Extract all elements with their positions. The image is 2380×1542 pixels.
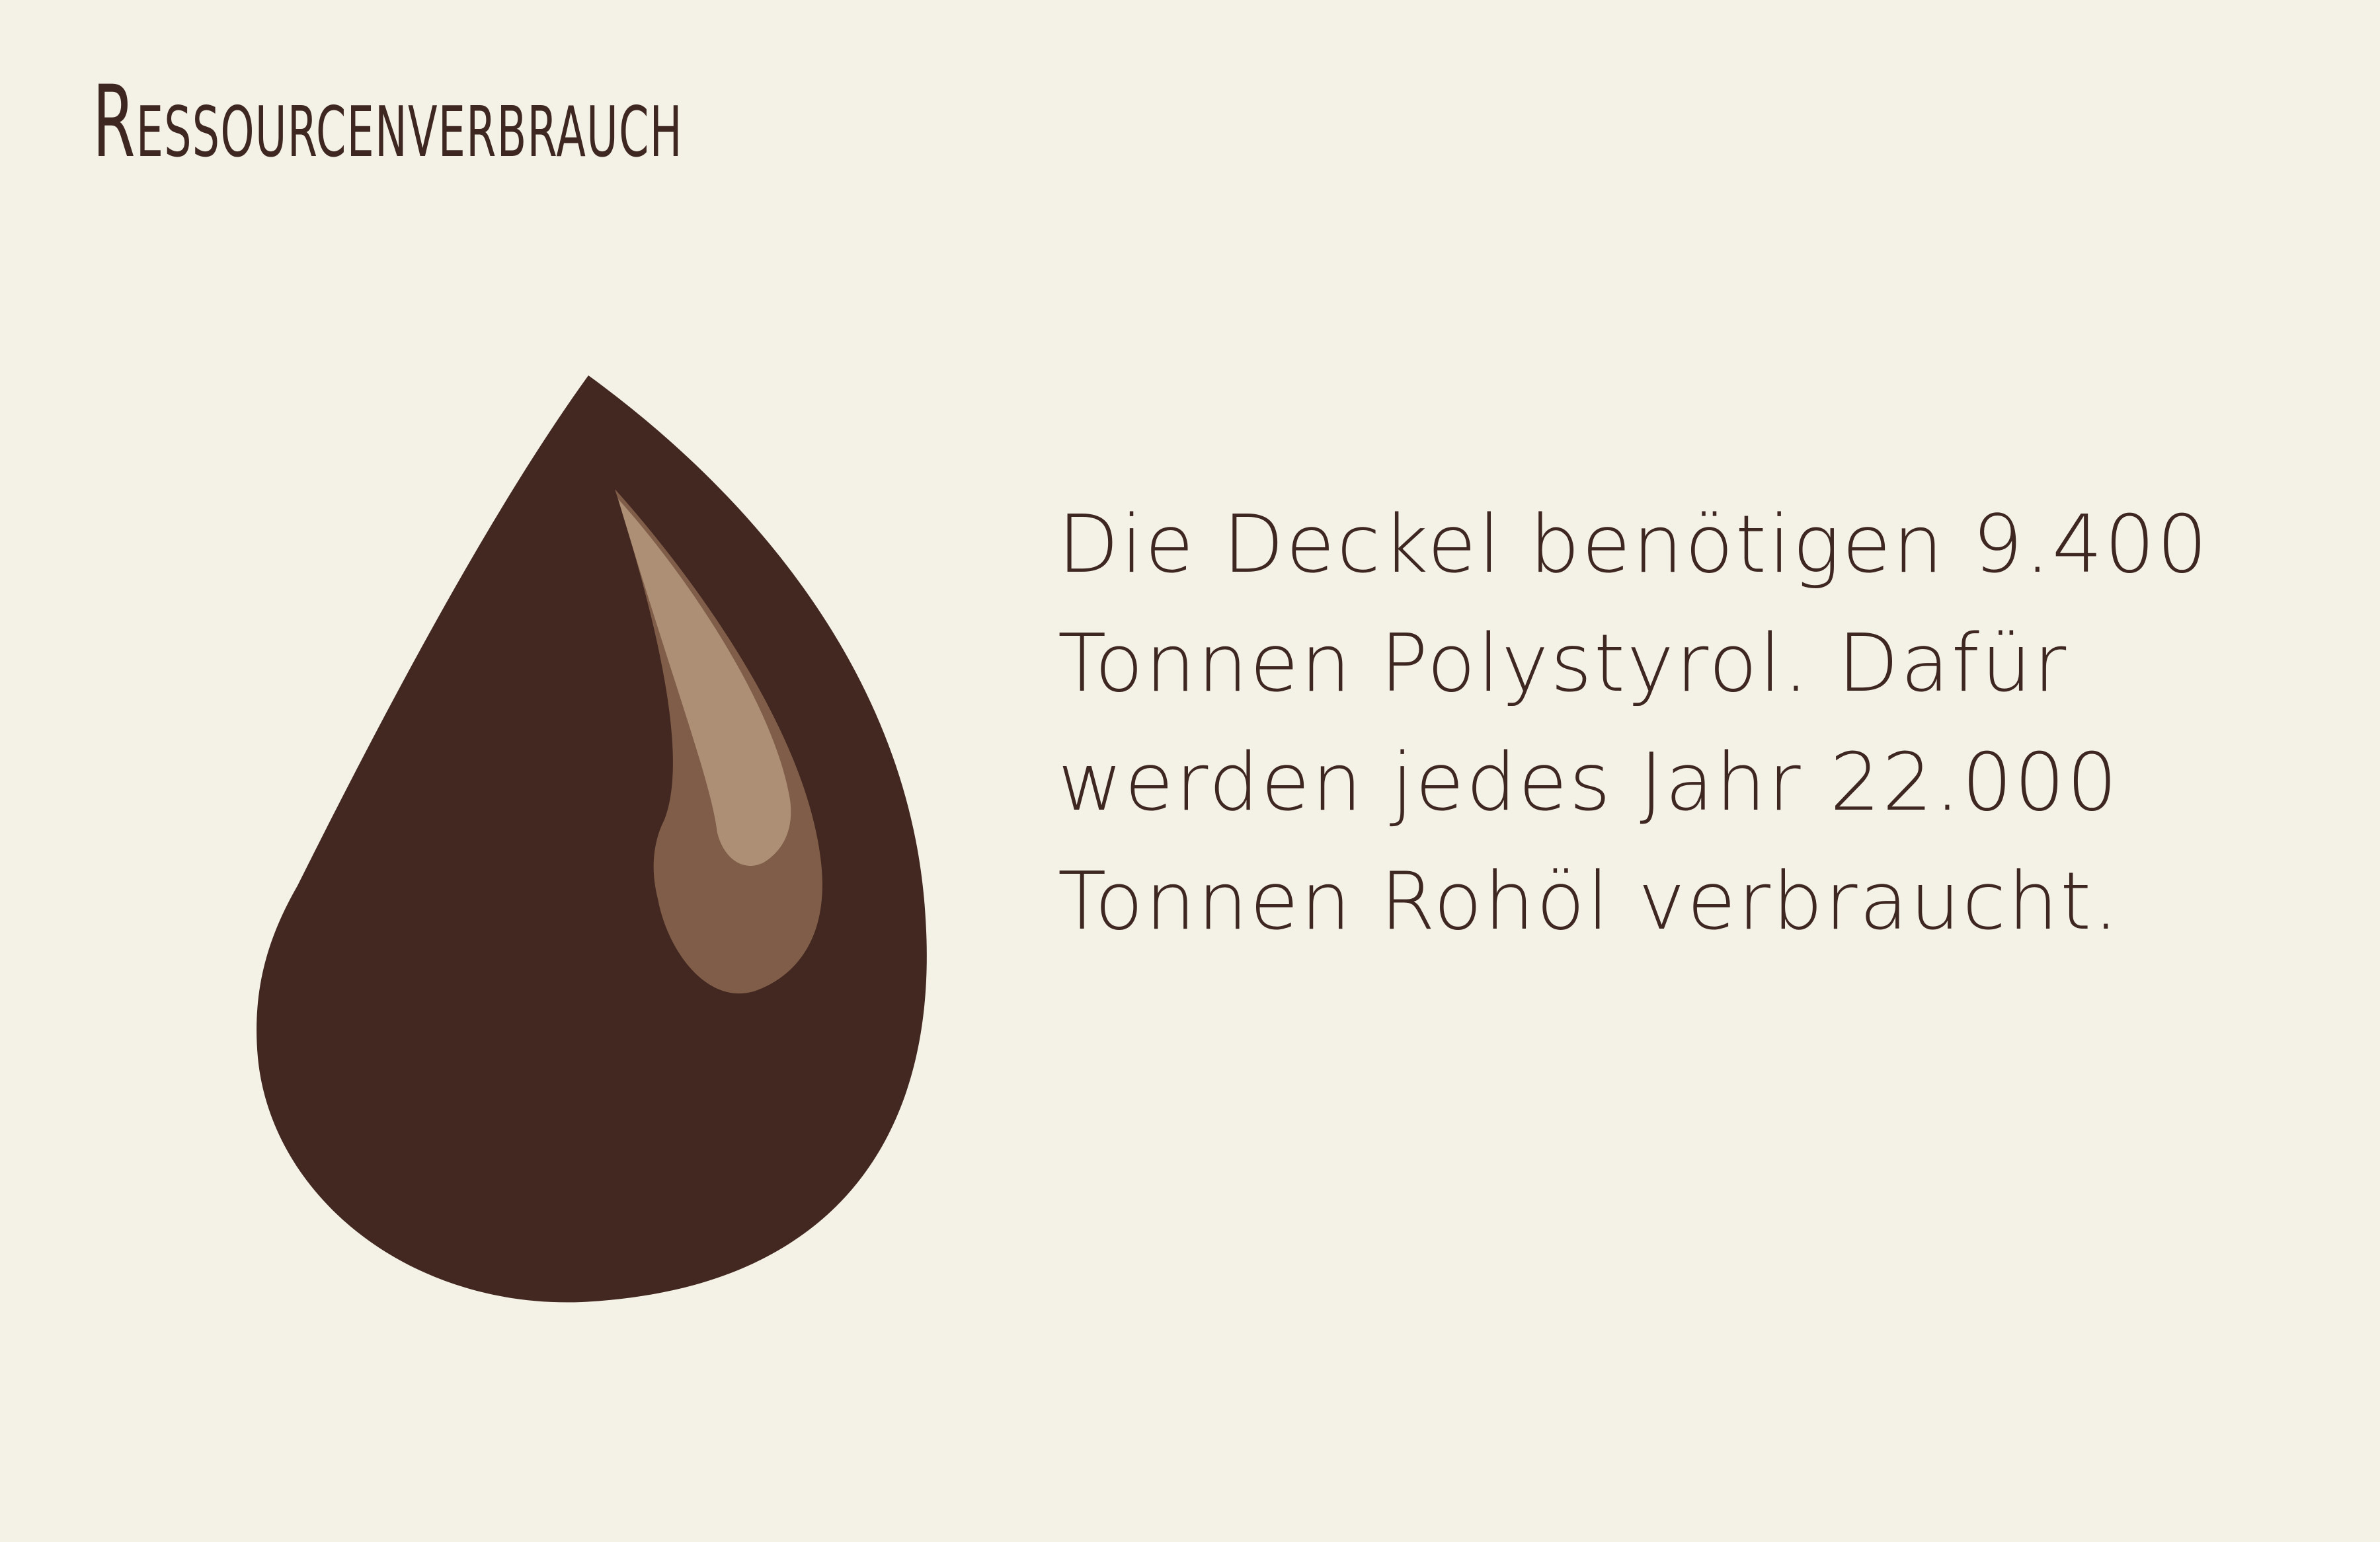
statement-line-4: Tonnen Rohöl verbraucht. <box>1058 856 2121 948</box>
statement-line-1: Die Deckel benötigen 9.400 <box>1058 499 2209 591</box>
infographic-page: Ressourcenverbrauch Die Deckel benötigen… <box>0 0 2380 1542</box>
statement-line-2: Tonnen Polystyrol. Dafür <box>1058 618 2069 710</box>
oil-drop-shape <box>257 375 927 1303</box>
oil-drop-illustration <box>251 370 939 1309</box>
oil-drop-icon <box>257 375 927 1303</box>
statement-line-3: werden jedes Jahr 22.000 <box>1058 737 2120 829</box>
consumption-statement: Die Deckel benötigen 9.400 Tonnen Polyst… <box>1058 486 2281 962</box>
page-title: Ressourcenverbrauch <box>93 65 683 180</box>
